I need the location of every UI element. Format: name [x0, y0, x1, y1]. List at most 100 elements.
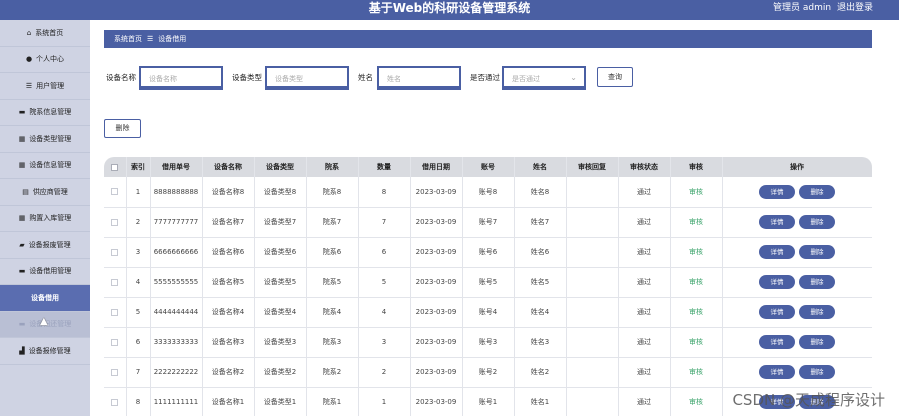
detail-button[interactable]: 详情 [759, 215, 795, 229]
breadcrumb-home[interactable]: 系统首页 [114, 35, 142, 43]
cell-audit[interactable]: 审核 [670, 387, 723, 416]
row-checkbox[interactable] [111, 398, 119, 406]
detail-button[interactable]: 详情 [759, 245, 795, 259]
batch-delete-button[interactable]: 删除 [104, 119, 141, 138]
cell-type: 设备类型7 [254, 207, 307, 238]
cell-person: 姓名5 [514, 267, 567, 298]
row-checkbox-cell[interactable] [104, 267, 127, 298]
cell-audit[interactable]: 审核 [670, 357, 723, 388]
row-delete-button[interactable]: 删除 [799, 184, 835, 199]
grid-icon: ▦ [18, 161, 26, 170]
sidebar-item-4[interactable]: ▦ 设备类型管理 [0, 126, 90, 153]
cell-type: 设备类型1 [254, 387, 307, 416]
cell-audit[interactable]: 审核 [670, 207, 723, 238]
detail-button[interactable]: 详情 [759, 335, 795, 349]
cell-name: 设备名称3 [202, 327, 255, 358]
cell-actions: 详情 删除 [722, 237, 872, 268]
detail-button[interactable]: 详情 [759, 305, 795, 319]
device-name-input[interactable]: 设备名称 [139, 66, 223, 90]
row-checkbox-cell[interactable] [104, 237, 127, 268]
passed-select[interactable]: 是否通过 ⌄ [502, 66, 586, 90]
column-header: 院系 [306, 157, 359, 177]
query-button[interactable]: 查询 [597, 67, 633, 87]
sidebar-item-1[interactable]: ● 个人中心 [0, 47, 90, 73]
row-delete-button[interactable]: 删除 [799, 245, 835, 259]
sidebar-item-5[interactable]: ▦ 设备信息管理 [0, 153, 90, 179]
grid-icon: ▦ [18, 134, 26, 143]
row-checkbox[interactable] [111, 338, 119, 346]
cell-date: 2023-03-09 [410, 177, 463, 208]
table-row: 7 2222222222 设备名称2 设备类型2 院系2 2 2023-03-09 账号2 姓名… [104, 357, 872, 388]
cell-idx: 3 [126, 237, 151, 268]
cell-code: 1111111111 [150, 387, 203, 416]
row-delete-button[interactable]: 删除 [799, 275, 835, 289]
cell-qty: 5 [358, 267, 411, 298]
sidebar-item-12[interactable]: ▟ 设备报修管理 [0, 338, 90, 365]
cell-reply [566, 177, 619, 208]
box-icon: ▬ [18, 320, 26, 329]
row-delete-button[interactable]: 删除 [799, 215, 835, 229]
cell-date: 2023-03-09 [410, 237, 463, 268]
cell-type: 设备类型8 [254, 177, 307, 208]
sidebar-item-0[interactable]: ⌂ 系统首页 [0, 20, 90, 47]
person-name-label: 姓名 [358, 73, 373, 82]
person-name-input[interactable]: 姓名 [377, 66, 461, 90]
cell-person: 姓名8 [514, 177, 567, 208]
sidebar-item-label: 设备信息管理 [29, 161, 72, 170]
detail-button[interactable]: 详情 [759, 275, 795, 289]
row-checkbox[interactable] [111, 188, 119, 196]
logout-link[interactable]: 退出登录 [837, 3, 873, 13]
row-checkbox-cell[interactable] [104, 207, 127, 238]
column-header: 姓名 [514, 157, 567, 177]
row-checkbox-cell[interactable] [104, 297, 127, 328]
detail-button[interactable]: 详情 [759, 365, 795, 379]
sidebar-item-10[interactable]: 设备借用 [0, 285, 90, 312]
column-header: 借用单号 [150, 157, 203, 177]
row-delete-button[interactable]: 删除 [799, 365, 835, 379]
cell-qty: 6 [358, 237, 411, 268]
cell-qty: 1 [358, 387, 411, 416]
row-delete-button[interactable]: 删除 [799, 305, 835, 319]
cell-audit[interactable]: 审核 [670, 297, 723, 328]
row-checkbox[interactable] [111, 248, 119, 256]
column-header[interactable] [104, 157, 127, 177]
cell-audit[interactable]: 审核 [670, 267, 723, 298]
row-checkbox[interactable] [111, 368, 119, 376]
sidebar-item-8[interactable]: ▰ 设备报废管理 [0, 232, 90, 259]
main-content: 系统首页 ☰ 设备借用 设备名称 设备名称 设备类型 设备类型 姓名 姓名 是否通过… [90, 20, 899, 416]
cell-audit[interactable]: 审核 [670, 327, 723, 358]
cell-idx: 6 [126, 327, 151, 358]
detail-button[interactable]: 详情 [759, 184, 795, 199]
sidebar-item-3[interactable]: ▬ 院系信息管理 [0, 100, 90, 126]
cell-status: 通过 [618, 267, 671, 298]
cell-audit[interactable]: 审核 [670, 237, 723, 268]
cell-actions: 详情 删除 [722, 207, 872, 238]
sidebar-item-6[interactable]: ▤ 供应商管理 [0, 179, 90, 206]
cell-dept: 院系2 [306, 357, 359, 388]
row-checkbox[interactable] [111, 278, 119, 286]
select-all-checkbox[interactable] [111, 163, 119, 171]
row-checkbox[interactable] [111, 308, 119, 316]
row-checkbox-cell[interactable] [104, 387, 127, 416]
passed-label: 是否通过 [470, 73, 500, 82]
cell-date: 2023-03-09 [410, 297, 463, 328]
column-header: 设备名称 [202, 157, 255, 177]
sidebar-item-9[interactable]: ▬ 设备借用管理 [0, 259, 90, 285]
clipboard-icon: ▤ [22, 187, 29, 196]
cell-audit[interactable]: 审核 [670, 177, 723, 208]
sidebar-item-7[interactable]: ▦ 购置入库管理 [0, 206, 90, 232]
row-checkbox[interactable] [111, 218, 119, 226]
sidebar-item-label: 设备类型管理 [29, 134, 72, 143]
sidebar-item-2[interactable]: ☰ 用户管理 [0, 73, 90, 100]
breadcrumb: 系统首页 ☰ 设备借用 [104, 30, 872, 48]
cell-account: 账号3 [462, 327, 515, 358]
row-checkbox-cell[interactable] [104, 177, 127, 208]
row-delete-button[interactable]: 删除 [799, 335, 835, 349]
device-type-input[interactable]: 设备类型 [265, 66, 349, 90]
cell-dept: 院系8 [306, 177, 359, 208]
row-checkbox-cell[interactable] [104, 357, 127, 388]
row-checkbox-cell[interactable] [104, 327, 127, 358]
cell-account: 账号4 [462, 297, 515, 328]
column-header: 数量 [358, 157, 411, 177]
sidebar-item-label: 设备报废管理 [28, 240, 71, 249]
